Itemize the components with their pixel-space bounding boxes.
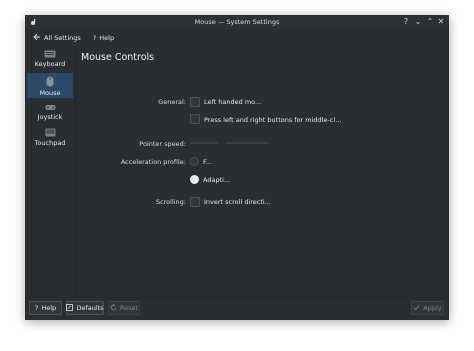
- sidebar-item-label: Keyboard: [34, 60, 66, 68]
- toolbar: All Settings ? Help: [25, 29, 449, 47]
- reset-button[interactable]: Reset: [108, 301, 140, 315]
- pointer-speed-label: Pointer speed:: [139, 140, 186, 148]
- pointer-speed-slider[interactable]: [190, 142, 218, 144]
- toolbar-help-label: Help: [99, 34, 115, 42]
- toolbar-help-button[interactable]: ? Help: [90, 32, 117, 44]
- accel-flat-label[interactable]: F...: [203, 158, 212, 166]
- reset-icon: [110, 303, 117, 313]
- apply-button[interactable]: Apply: [411, 301, 444, 315]
- defaults-button[interactable]: Defaults: [66, 301, 104, 315]
- checkmark-icon: [413, 304, 420, 313]
- sidebar-item-joystick[interactable]: Joystick: [27, 99, 73, 124]
- scrolling-label: Scrolling:: [155, 198, 186, 206]
- sidebar-item-label: Mouse: [39, 89, 61, 97]
- keyboard-icon: [44, 50, 56, 58]
- minimize-button[interactable]: ⌄: [413, 17, 423, 27]
- help-icon: ?: [92, 34, 97, 42]
- mouse-controls-page: Mouse Controls General: Left handed mo..…: [76, 47, 449, 297]
- acceleration-profile-label: Acceleration profile:: [120, 158, 186, 166]
- back-arrow-icon: [33, 33, 41, 43]
- reset-label: Reset: [119, 304, 139, 312]
- apply-label: Apply: [423, 304, 442, 312]
- sidebar-item-mouse[interactable]: Mouse: [27, 73, 73, 98]
- window-help-button[interactable]: ?: [401, 17, 411, 27]
- left-handed-label[interactable]: Left handed mo...: [204, 98, 261, 106]
- invert-scroll-checkbox[interactable]: [190, 197, 200, 207]
- accel-adaptive-radio[interactable]: [190, 175, 199, 184]
- sidebar-item-label: Joystick: [37, 113, 63, 121]
- all-settings-label: All Settings: [44, 34, 81, 42]
- sidebar-item-label: Touchpad: [34, 139, 66, 147]
- defaults-icon: [66, 303, 74, 313]
- pointer-speed-slider-track[interactable]: [226, 142, 268, 144]
- close-button[interactable]: ✕: [436, 17, 446, 27]
- system-settings-window: Mouse — System Settings ? ⌄ ⌃ ✕ All Sett…: [25, 15, 449, 320]
- accel-adaptive-label[interactable]: Adapti...: [203, 176, 230, 184]
- touchpad-icon: [45, 128, 55, 137]
- maximize-button[interactable]: ⌃: [425, 17, 435, 27]
- accel-flat-radio[interactable]: [190, 157, 199, 166]
- middle-click-emulation-checkbox[interactable]: [190, 114, 200, 124]
- footer-help-button[interactable]: ? Help: [29, 301, 62, 315]
- general-label: General:: [158, 98, 186, 106]
- sidebar: Keyboard Mouse Joystick Touchpad: [25, 47, 75, 297]
- footer-help-label: Help: [41, 304, 57, 312]
- sidebar-item-touchpad[interactable]: Touchpad: [27, 125, 73, 150]
- middle-click-emulation-label[interactable]: Press left and right buttons for middle-…: [204, 116, 341, 124]
- all-settings-button[interactable]: All Settings: [30, 31, 84, 45]
- invert-scroll-label[interactable]: Invert scroll directi...: [204, 198, 271, 206]
- help-icon: ?: [34, 304, 39, 312]
- defaults-label: Defaults: [76, 304, 104, 312]
- title-bar: Mouse — System Settings ? ⌄ ⌃ ✕: [25, 15, 449, 29]
- page-title: Mouse Controls: [81, 52, 155, 63]
- button-bar: ? Help Defaults Reset Apply: [25, 297, 449, 320]
- joystick-icon: [45, 105, 55, 110]
- mouse-icon: [46, 76, 54, 87]
- window-title: Mouse — System Settings: [194, 18, 280, 26]
- sidebar-item-keyboard[interactable]: Keyboard: [27, 47, 73, 72]
- left-handed-checkbox[interactable]: [190, 97, 200, 107]
